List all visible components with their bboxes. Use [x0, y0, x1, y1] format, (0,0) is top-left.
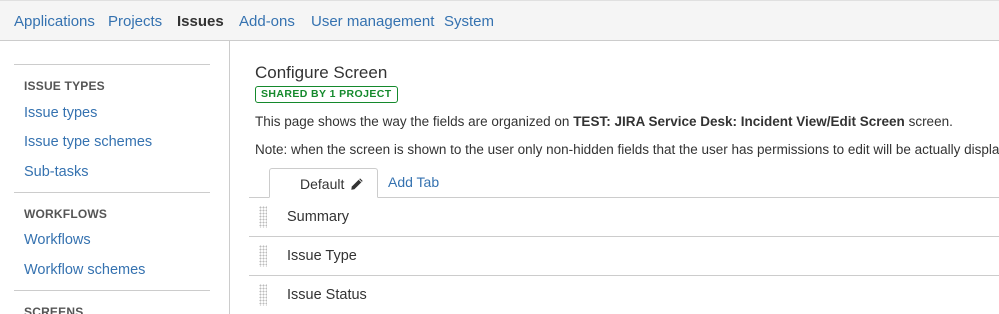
nav-user-management[interactable]: User management	[311, 13, 434, 30]
description-prefix: This page shows the way the fields are o…	[255, 114, 574, 129]
tab-default[interactable]: Default	[269, 168, 378, 198]
field-label: Issue Status	[287, 287, 367, 303]
admin-sidebar: ISSUE TYPES Issue types Issue type schem…	[0, 41, 230, 314]
sidebar-heading-screens: SCREENS	[24, 305, 84, 314]
sidebar-heading-workflows: WORKFLOWS	[24, 207, 108, 221]
permissions-note: Note: when the screen is shown to the us…	[255, 142, 999, 157]
sidebar-item-workflows[interactable]: Workflows	[24, 232, 91, 248]
nav-projects[interactable]: Projects	[108, 13, 162, 30]
drag-handle-icon[interactable]	[259, 245, 267, 267]
field-label: Issue Type	[287, 248, 357, 264]
shared-by-badge[interactable]: SHARED BY 1 PROJECT	[255, 86, 398, 103]
field-row[interactable]: Summary	[249, 198, 999, 237]
sidebar-item-issue-type-schemes[interactable]: Issue type schemes	[24, 134, 152, 150]
screen-name: TEST: JIRA Service Desk: Incident View/E…	[573, 114, 905, 129]
page-title: Configure Screen	[255, 63, 388, 82]
sidebar-divider	[14, 64, 210, 65]
sidebar-divider	[14, 290, 210, 291]
description-suffix: screen.	[904, 114, 953, 129]
sidebar-item-sub-tasks[interactable]: Sub-tasks	[24, 164, 88, 180]
sidebar-divider	[14, 192, 210, 193]
nav-add-ons[interactable]: Add-ons	[239, 13, 295, 30]
drag-handle-icon[interactable]	[259, 284, 267, 306]
tab-default-label: Default	[300, 176, 345, 192]
sidebar-item-workflow-schemes[interactable]: Workflow schemes	[24, 262, 145, 278]
sidebar-heading-issue-types: ISSUE TYPES	[24, 79, 105, 93]
nav-system[interactable]: System	[444, 13, 494, 30]
sidebar-item-issue-types[interactable]: Issue types	[24, 105, 97, 121]
nav-applications[interactable]: Applications	[14, 13, 95, 30]
screen-description: This page shows the way the fields are o…	[255, 114, 953, 129]
field-row[interactable]: Issue Status	[249, 276, 999, 314]
nav-issues[interactable]: Issues	[177, 13, 224, 30]
pencil-icon[interactable]	[350, 177, 364, 191]
add-tab-link[interactable]: Add Tab	[388, 174, 439, 190]
admin-top-nav: Applications Projects Issues Add-ons Use…	[0, 0, 999, 41]
field-label: Summary	[287, 209, 350, 225]
field-row[interactable]: Issue Type	[249, 237, 999, 276]
drag-handle-icon[interactable]	[259, 206, 267, 228]
main-content: Configure Screen SHARED BY 1 PROJECT Thi…	[231, 41, 999, 314]
